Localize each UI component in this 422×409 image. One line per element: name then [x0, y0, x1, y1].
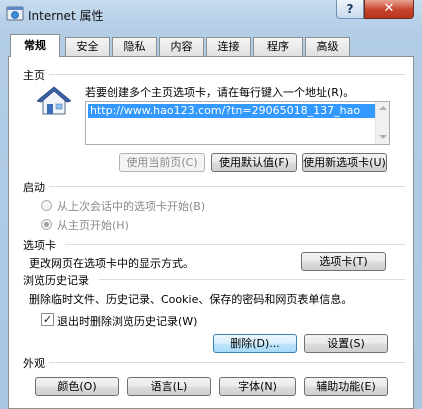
home-page-instruction: 若要创建多个主页选项卡，请在每行键入一个地址(R)。	[85, 86, 355, 99]
title-bar[interactable]: Internet 属性 ? ✕	[0, 0, 422, 30]
startup-group-label: 启动	[23, 181, 45, 194]
use-default-button[interactable]: 使用默认值(F)	[211, 153, 297, 172]
internet-properties-window: Internet 属性 ? ✕ 常规 安全 隐私 内容 连接 程序 高级 主页 …	[0, 0, 422, 409]
group-divider	[49, 362, 405, 363]
tabs-group-label: 选项卡	[23, 239, 56, 252]
scroll-down-icon[interactable]	[379, 135, 387, 139]
radio-home-page[interactable]	[41, 219, 52, 230]
scroll-up-icon[interactable]	[379, 106, 387, 110]
history-settings-button[interactable]: 设置(S)	[304, 334, 388, 353]
tabs-description: 更改网页在选项卡中的显示方式。	[29, 257, 194, 270]
radio-last-session[interactable]	[41, 200, 52, 211]
tab-privacy[interactable]: 隐私	[112, 37, 157, 56]
group-divider	[65, 244, 405, 245]
accessibility-button[interactable]: 辅助功能(E)	[304, 377, 388, 396]
group-divider	[49, 186, 405, 187]
delete-on-exit-checkbox[interactable]: ✓	[41, 313, 54, 326]
general-tab-panel: 主页 若要创建多个主页选项卡，请在每行键入一个地址(R)。 http://www…	[8, 56, 414, 409]
tab-content[interactable]: 内容	[159, 37, 204, 56]
languages-button[interactable]: 语言(L)	[127, 377, 211, 396]
house-icon	[37, 86, 71, 115]
tab-connections[interactable]: 连接	[206, 37, 251, 56]
tab-programs[interactable]: 程序	[253, 37, 303, 56]
tabs-settings-button[interactable]: 选项卡(T)	[301, 252, 386, 271]
use-current-button[interactable]: 使用当前页(C)	[119, 153, 205, 172]
delete-on-exit-label: 退出时删除浏览历史记录(W)	[57, 315, 198, 328]
fonts-button[interactable]: 字体(N)	[219, 377, 296, 396]
group-divider	[49, 74, 405, 75]
appearance-group-label: 外观	[23, 357, 45, 370]
home-page-group-label: 主页	[23, 69, 45, 82]
home-page-url-input[interactable]: http://www.hao123.com/?tn=29065018_137_h…	[85, 101, 390, 145]
colors-button[interactable]: 颜色(O)	[35, 377, 119, 396]
window-title: Internet 属性	[28, 9, 104, 23]
group-divider	[99, 279, 405, 280]
tab-strip: 常规 安全 隐私 内容 连接 程序 高级	[8, 34, 414, 57]
tab-advanced[interactable]: 高级	[305, 37, 350, 56]
close-button[interactable]: ✕	[364, 0, 414, 19]
use-new-tab-button[interactable]: 使用新选项卡(U)	[302, 153, 387, 172]
radio-home-page-label: 从主页开始(H)	[57, 219, 129, 232]
tab-security[interactable]: 安全	[65, 37, 110, 56]
tab-general[interactable]: 常规	[10, 34, 60, 57]
delete-history-button[interactable]: 删除(D)...	[213, 334, 297, 353]
radio-selected-dot	[44, 222, 49, 227]
radio-last-session-label: 从上次会话中的选项卡开始(B)	[57, 200, 206, 213]
url-scrollbar[interactable]	[375, 102, 389, 144]
internet-options-icon	[6, 6, 24, 21]
history-group-label: 浏览历史记录	[23, 274, 89, 287]
help-button[interactable]: ?	[336, 0, 364, 19]
home-page-url-text: http://www.hao123.com/?tn=29065018_137_h…	[88, 104, 377, 118]
history-description: 删除临时文件、历史记录、Cookie、保存的密码和网页表单信息。	[29, 293, 353, 306]
